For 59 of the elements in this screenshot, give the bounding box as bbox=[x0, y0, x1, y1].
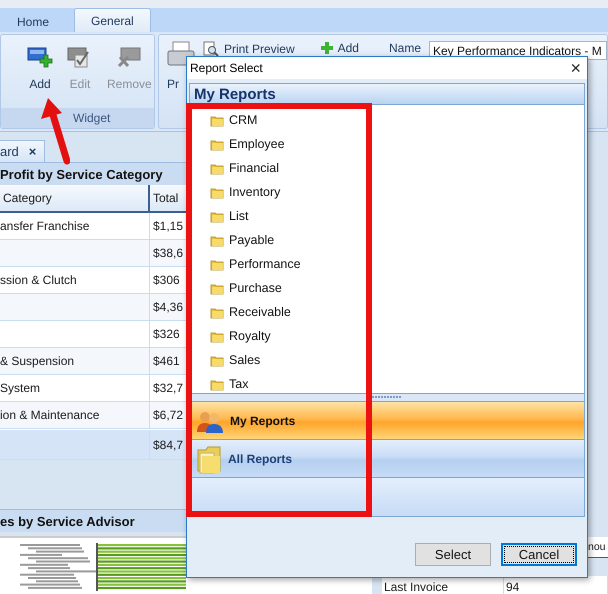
folder-item[interactable]: Sales bbox=[229, 353, 260, 367]
table-cell: System bbox=[0, 375, 150, 402]
folder-item[interactable]: Inventory bbox=[229, 185, 280, 199]
folder-item[interactable]: Employee bbox=[229, 137, 285, 151]
table-cell: $4,36 bbox=[150, 294, 186, 321]
add-button[interactable]: Add bbox=[320, 41, 359, 55]
folder-icon bbox=[210, 186, 224, 198]
plus-icon bbox=[320, 42, 333, 54]
table-cell: ansfer Franchise bbox=[0, 213, 150, 240]
folder-item[interactable]: Financial bbox=[229, 161, 280, 175]
folder-item[interactable]: List bbox=[229, 209, 248, 223]
pane-header: My Reports bbox=[190, 84, 584, 105]
dialog-title: Report Select bbox=[190, 61, 263, 75]
folder-item[interactable]: CRM bbox=[229, 113, 258, 127]
folder-icon bbox=[196, 444, 222, 474]
close-button[interactable]: × bbox=[570, 59, 581, 77]
close-button[interactable]: × bbox=[28, 144, 36, 159]
table-cell: $6,72 bbox=[150, 402, 186, 429]
monitor-plus-icon bbox=[27, 45, 53, 69]
folder-icon bbox=[210, 330, 224, 342]
folder-icon bbox=[210, 234, 224, 246]
splitter-handle[interactable] bbox=[190, 393, 584, 402]
ribbon-tab[interactable]: Home bbox=[0, 10, 66, 32]
nav-button[interactable]: All Reports bbox=[190, 440, 584, 478]
column-header[interactable]: Category bbox=[0, 185, 150, 213]
monitor-remove-icon bbox=[116, 45, 142, 69]
folder-item[interactable]: Purchase bbox=[229, 281, 282, 295]
folder-icon bbox=[210, 114, 224, 126]
total-cell: $84,7 bbox=[150, 430, 186, 460]
folder-icon bbox=[210, 282, 224, 294]
name-label: Name bbox=[388, 41, 421, 57]
group-caption: Widget bbox=[1, 108, 154, 128]
folder-icon bbox=[210, 354, 224, 366]
folder-icon bbox=[210, 306, 224, 318]
table-cell: & Suspension bbox=[0, 348, 150, 375]
folder-icon bbox=[210, 162, 224, 174]
folder-icon bbox=[210, 210, 224, 222]
folder-item[interactable]: Receivable bbox=[229, 305, 291, 319]
folder-item[interactable]: Royalty bbox=[229, 329, 271, 343]
table-cell: ion & Maintenance bbox=[0, 402, 150, 429]
column-header[interactable]: Total bbox=[150, 185, 186, 213]
folder-item[interactable]: Tax bbox=[229, 377, 248, 391]
table-cell: ssion & Clutch bbox=[0, 267, 150, 294]
ribbon-tab[interactable]: General bbox=[74, 8, 151, 32]
document-tab[interactable]: ard × bbox=[0, 140, 46, 162]
tab-label: ard bbox=[0, 144, 19, 159]
folder-icon bbox=[210, 258, 224, 270]
nav-button[interactable]: My Reports bbox=[190, 402, 584, 440]
dialog-button[interactable]: Select bbox=[415, 543, 491, 566]
table-cell: $38,6 bbox=[150, 240, 186, 267]
folder-item[interactable]: Performance bbox=[229, 257, 301, 271]
dialog-button[interactable]: Cancel bbox=[501, 543, 577, 566]
column-header[interactable]: nou bbox=[588, 537, 608, 557]
folder-icon bbox=[210, 378, 224, 390]
table-cell: $461 bbox=[150, 348, 186, 375]
ribbon-button[interactable]: Add bbox=[25, 45, 55, 91]
folder-item[interactable]: Payable bbox=[229, 233, 274, 247]
arrow-annotation bbox=[40, 97, 70, 165]
folder-icon bbox=[210, 138, 224, 150]
